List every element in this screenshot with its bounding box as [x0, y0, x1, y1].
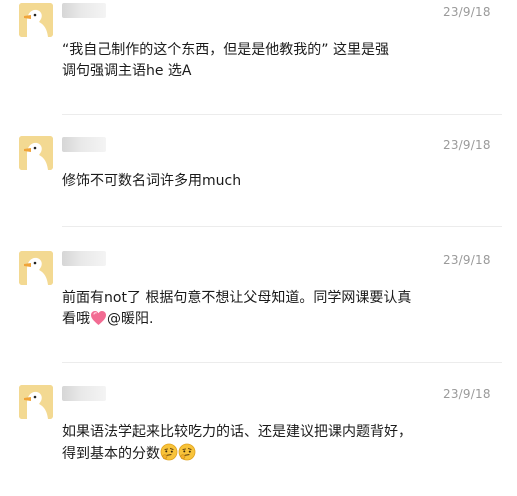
avatar[interactable]: [19, 136, 53, 170]
comment-line-text: 看哦: [62, 311, 90, 327]
comment-line: 前面有not了 根据句意不想让父母知道。同学网课要认真: [62, 290, 412, 306]
timestamp: 23/9/18: [443, 253, 491, 267]
avatar[interactable]: [19, 385, 53, 419]
thinking-face-icon: [160, 443, 178, 468]
comment-text: 前面有not了 根据句意不想让父母知道。同学网课要认真 看哦 @暖阳.: [62, 288, 442, 333]
divider: [62, 226, 502, 227]
comment-line: “我自己制作的这个东西，但是是他教我的” 这里是强: [62, 42, 389, 58]
comment-text: 修饰不可数名词许多用much: [62, 171, 442, 192]
comment-line: 调句强调主语he 选A: [62, 63, 192, 79]
mention-text[interactable]: @暖阳.: [107, 311, 153, 327]
goose-avatar-icon: [19, 136, 53, 170]
timestamp: 23/9/18: [443, 138, 491, 152]
comment-line: 看哦 @暖阳.: [62, 309, 442, 333]
divider: [62, 362, 502, 363]
comment-line: 修饰不可数名词许多用much: [62, 173, 242, 189]
goose-avatar-icon: [19, 3, 53, 37]
timestamp: 23/9/18: [443, 5, 491, 19]
divider: [62, 114, 502, 115]
comment-line-text: 得到基本的分数: [62, 446, 160, 462]
user-name-blurred[interactable]: [62, 137, 106, 152]
thinking-face-icon: [178, 443, 196, 468]
avatar[interactable]: [19, 251, 53, 285]
user-name-blurred[interactable]: [62, 251, 106, 266]
comment-text: “我自己制作的这个东西，但是是他教我的” 这里是强 调句强调主语he 选A: [62, 40, 442, 82]
goose-avatar-icon: [19, 385, 53, 419]
comment-line: 得到基本的分数: [62, 443, 442, 468]
comment-text: 如果语法学起来比较吃力的话、还是建议把课内题背好， 得到基本的分数: [62, 422, 442, 468]
user-name-blurred[interactable]: [62, 386, 106, 401]
pink-heart-icon: [90, 310, 107, 333]
avatar[interactable]: [19, 3, 53, 37]
comment-line: 如果语法学起来比较吃力的话、还是建议把课内题背好，: [62, 424, 412, 440]
goose-avatar-icon: [19, 251, 53, 285]
timestamp: 23/9/18: [443, 387, 491, 401]
user-name-blurred[interactable]: [62, 3, 106, 18]
